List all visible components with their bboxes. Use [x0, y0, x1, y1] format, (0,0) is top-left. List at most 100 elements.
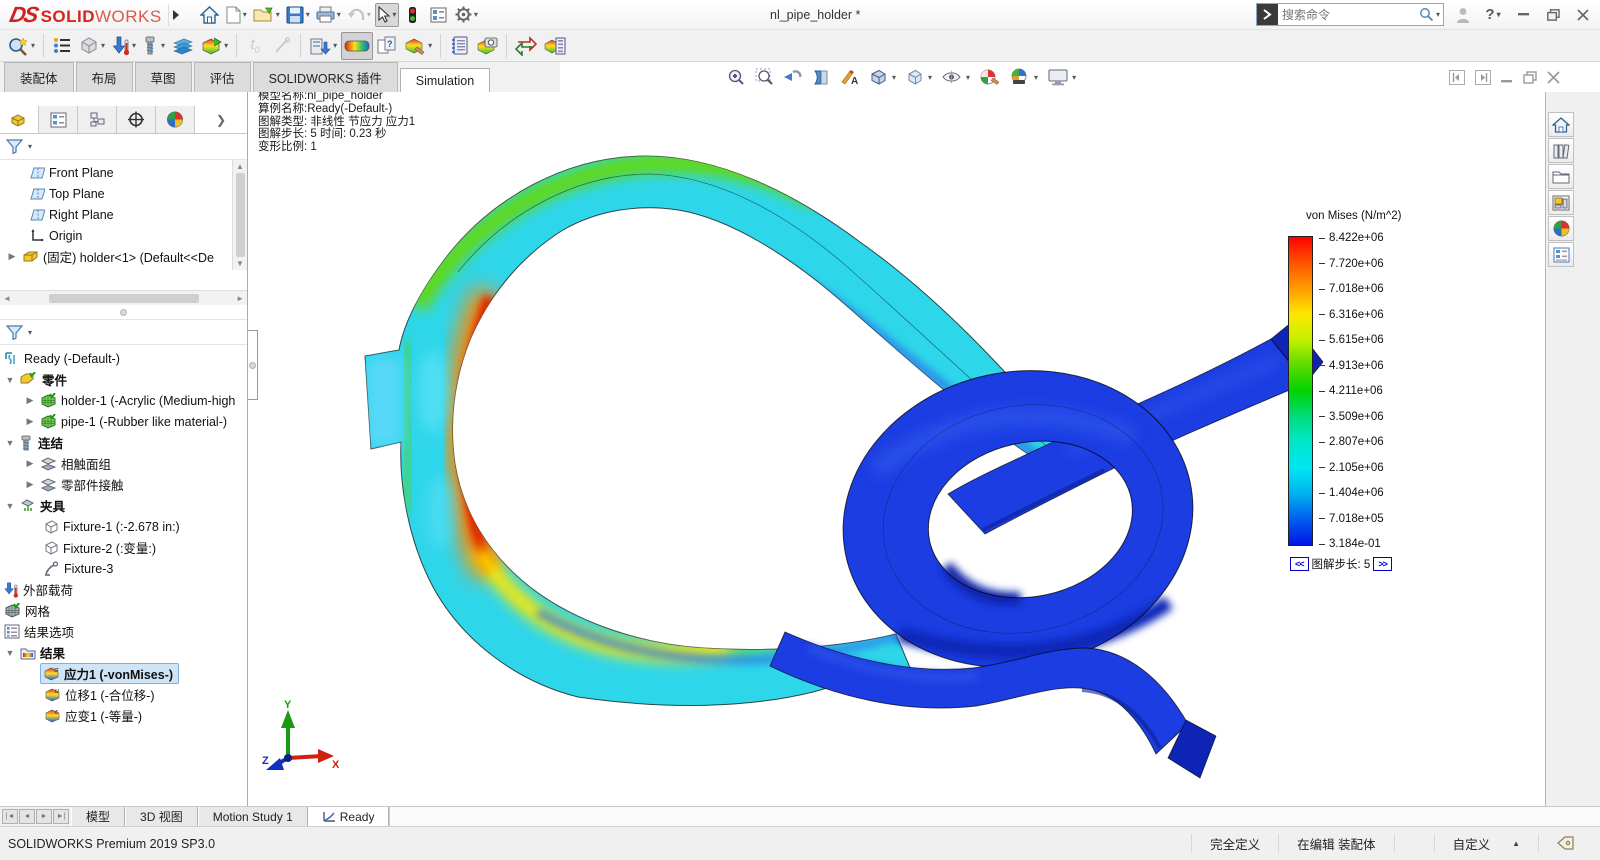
collapse-icon[interactable]: ▼	[4, 375, 16, 385]
tree-item-front-plane[interactable]: Front Plane	[0, 162, 247, 183]
study-advisor-dropdown[interactable]: ▾	[31, 41, 35, 50]
search-input[interactable]	[1278, 8, 1419, 22]
select-button[interactable]: ▾	[375, 3, 399, 27]
tab-3d-views[interactable]: 3D 视图	[125, 807, 198, 826]
step-next-button[interactable]: >>	[1373, 557, 1392, 571]
manage-results-button[interactable]	[541, 32, 569, 60]
tab-configuration-manager[interactable]	[78, 106, 117, 133]
doc-restore-icon[interactable]	[1523, 71, 1537, 84]
taskpane-view-palette-button[interactable]	[1548, 190, 1574, 215]
tab-evaluate[interactable]: 评估	[194, 62, 251, 92]
run-study-button[interactable]: ▾	[198, 32, 231, 60]
search-dropdown-arrow[interactable]: ▾	[1436, 10, 1440, 19]
zoom-fit-button[interactable]	[725, 66, 747, 88]
tab-layout[interactable]: 布局	[76, 62, 133, 92]
tree-item-origin[interactable]: Origin	[0, 225, 247, 246]
sim-item-fixture2[interactable]: Fixture-2 (:变量:)	[0, 537, 247, 558]
hide-show-dropdown[interactable]: ▾	[966, 73, 970, 82]
collapse-left-icon[interactable]	[1449, 70, 1465, 85]
expander-icon[interactable]: ▶	[6, 251, 18, 262]
collapse-right-icon[interactable]	[1475, 70, 1491, 85]
sim-group-mesh[interactable]: 网格	[0, 600, 247, 621]
report-button[interactable]	[446, 32, 472, 60]
connections-advisor-dropdown[interactable]: ▾	[161, 41, 165, 50]
sim-item-displacement-plot[interactable]: u 位移1 (-合位移-)	[0, 684, 247, 705]
hide-show-items-button[interactable]: ▾	[940, 68, 972, 86]
apply-material-button[interactable]: ▾	[76, 32, 108, 60]
settings-dropdown-arrow[interactable]: ▾	[474, 10, 478, 19]
feature-tabs-expand-button[interactable]: ❯	[195, 106, 247, 133]
scroll-down-icon[interactable]: ▼	[236, 259, 244, 268]
tab-model[interactable]: 模型	[71, 807, 125, 826]
doc-minimize-icon[interactable]	[1501, 71, 1513, 83]
loads-advisor-button[interactable]: ▾	[109, 32, 139, 60]
collapse-icon[interactable]: ▼	[4, 501, 16, 511]
tab-addins[interactable]: SOLIDWORKS 插件	[253, 62, 398, 92]
taskpane-design-library-button[interactable]	[1548, 138, 1574, 163]
sim-group-result-options[interactable]: 结果选项	[0, 621, 247, 642]
status-tag-button[interactable]	[1538, 834, 1592, 854]
tab-display-manager[interactable]	[156, 106, 195, 133]
help-button[interactable]: ?▾	[1482, 5, 1504, 25]
section-view-button[interactable]	[810, 67, 832, 88]
run-study-dropdown[interactable]: ▾	[224, 41, 228, 50]
tab-dimxpert-manager[interactable]	[117, 106, 156, 133]
new-dropdown-arrow[interactable]: ▾	[243, 10, 247, 19]
display-style-button[interactable]: ▾	[904, 66, 934, 88]
apply-scene-dropdown[interactable]: ▾	[1034, 73, 1038, 82]
close-button[interactable]	[1572, 5, 1594, 25]
save-dropdown-arrow[interactable]: ▾	[306, 10, 310, 19]
compare-results-button[interactable]: ?	[374, 32, 400, 60]
sim-item-study[interactable]: Ready (-Default-)	[0, 348, 247, 369]
sim-item-holder[interactable]: ▶ holder-1 (-Acrylic (Medium-high	[0, 390, 247, 411]
tab-simulation[interactable]: Simulation	[400, 68, 490, 93]
sim-group-results[interactable]: ▼ 结果	[0, 642, 247, 663]
collapse-icon[interactable]: ▼	[4, 438, 16, 448]
scroll-thumb[interactable]	[49, 294, 199, 303]
tab-property-manager[interactable]	[39, 106, 78, 133]
sim-group-fixtures[interactable]: ▼ 夹具	[0, 495, 247, 516]
sim-item-pipe[interactable]: ▶ pipe-1 (-Rubber like material-)	[0, 411, 247, 432]
view-orientation-dropdown[interactable]: ▾	[892, 73, 896, 82]
view-settings-button[interactable]: ▾	[1046, 67, 1078, 88]
tab-sketch[interactable]: 草图	[135, 62, 192, 92]
sim-item-stress-plot[interactable]: σ 应力1 (-vonMises-)	[0, 663, 247, 684]
expander-icon[interactable]: ▶	[24, 395, 36, 406]
filter-funnel-icon[interactable]	[6, 139, 23, 154]
sim-item-component-contact[interactable]: ▶ 零部件接触	[0, 474, 247, 495]
collapse-icon[interactable]: ▼	[4, 648, 16, 658]
status-custom-toolbar[interactable]: 自定义▲	[1434, 834, 1538, 854]
sim-group-parts[interactable]: ▼ 零件	[0, 369, 247, 390]
selected-result-row[interactable]: σ 应力1 (-vonMises-)	[40, 663, 179, 684]
next-tab-icon[interactable]: ►	[36, 809, 52, 824]
expander-icon[interactable]: ▶	[24, 416, 36, 427]
scroll-thumb[interactable]	[236, 173, 245, 257]
expander-icon[interactable]: ▶	[24, 479, 36, 490]
open-dropdown-arrow[interactable]: ▾	[276, 10, 280, 19]
undo-button[interactable]: ▾	[345, 3, 373, 27]
connections-advisor-button[interactable]: ▾	[140, 32, 168, 60]
study-advisor-button[interactable]: ▾	[4, 32, 38, 60]
search-icon[interactable]	[1419, 7, 1434, 22]
select-dropdown-arrow[interactable]: ▾	[392, 10, 396, 19]
tree-item-holder-component[interactable]: ▶ (固定) holder<1> (Default<<De	[0, 246, 247, 267]
plot-tools-dropdown[interactable]: ▾	[428, 41, 432, 50]
first-tab-icon[interactable]: |◄	[2, 809, 18, 824]
feature-tree-vscrollbar[interactable]: ▲▼	[232, 160, 247, 270]
filter-dropdown-arrow[interactable]: ▾	[28, 328, 32, 337]
results-advisor-dropdown[interactable]: ▾	[333, 41, 337, 50]
last-tab-icon[interactable]: ►|	[53, 809, 69, 824]
taskpane-appearances-button[interactable]	[1548, 216, 1574, 241]
home-button[interactable]	[198, 3, 222, 27]
scroll-up-icon[interactable]: ▲	[236, 162, 244, 171]
zoom-area-button[interactable]	[753, 66, 775, 88]
new-document-button[interactable]: ▾	[224, 3, 249, 27]
logo-flyout-button[interactable]	[168, 4, 184, 26]
expander-icon[interactable]: ▶	[24, 458, 36, 469]
view-orientation-button[interactable]: ▾	[867, 66, 898, 88]
taskpane-file-explorer-button[interactable]	[1548, 164, 1574, 189]
print-button[interactable]: ▾	[314, 3, 343, 27]
sim-item-contact-sets[interactable]: ▶ 相触面组	[0, 453, 247, 474]
tree-item-top-plane[interactable]: Top Plane	[0, 183, 247, 204]
tab-motion-study[interactable]: Motion Study 1	[198, 807, 308, 826]
